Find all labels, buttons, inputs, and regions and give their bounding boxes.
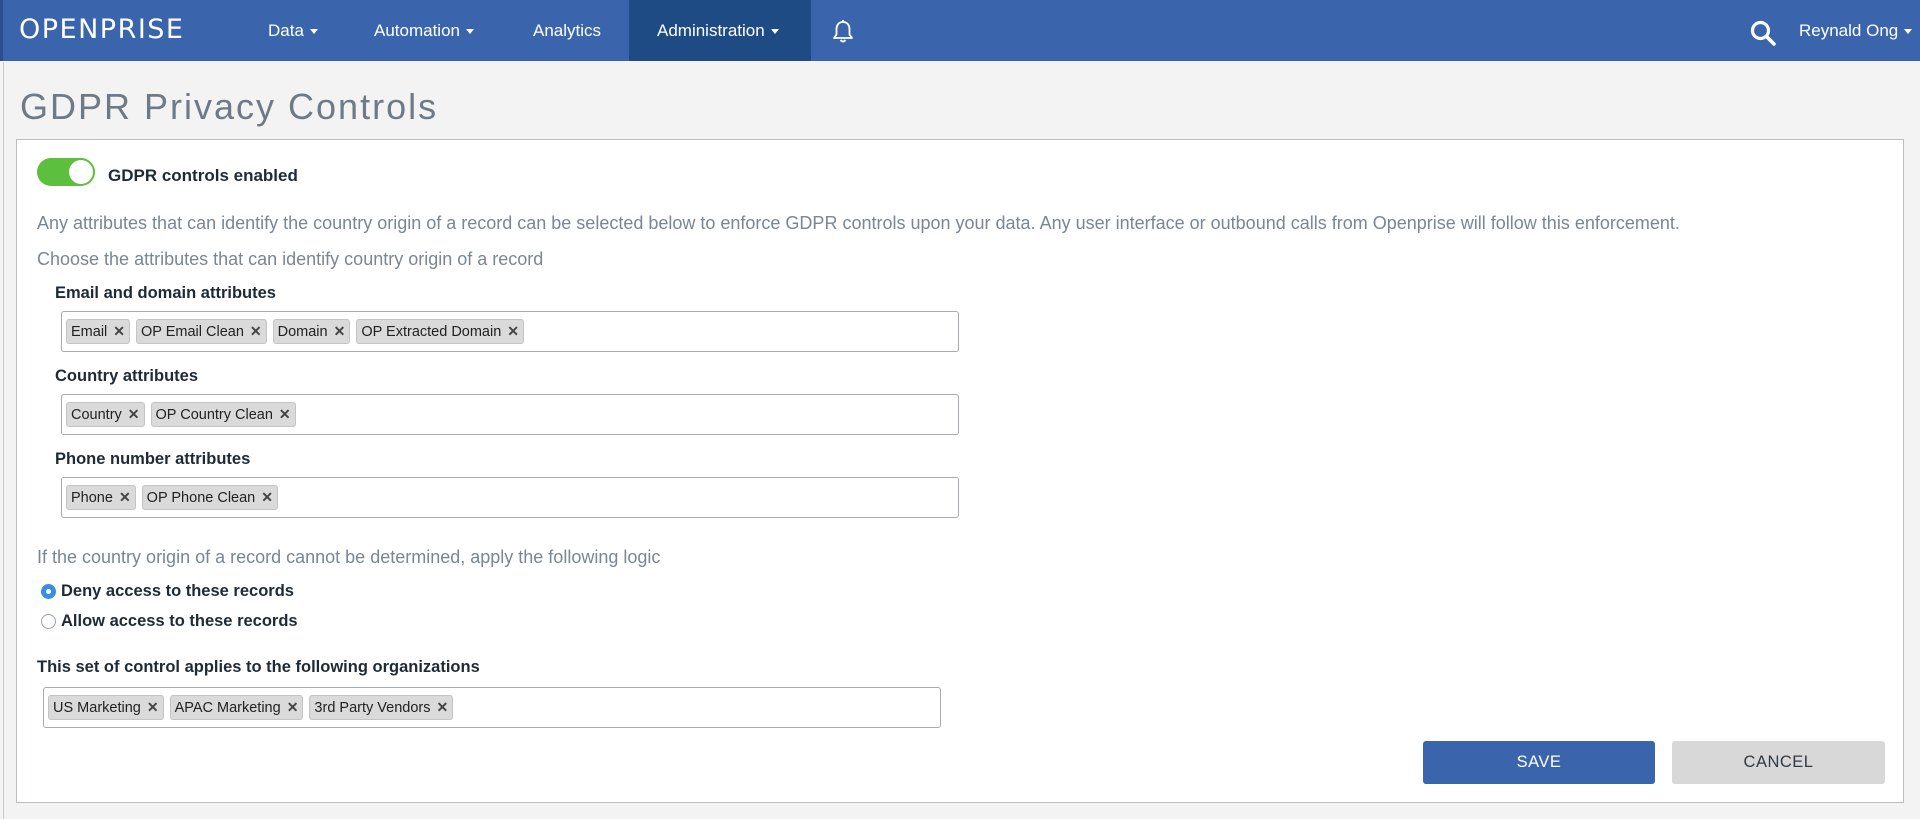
remove-tag-icon[interactable]: ✕ [334, 323, 346, 340]
tag-label: APAC Marketing [174, 699, 281, 716]
nav-analytics-label: Analytics [533, 21, 602, 40]
tag-label: Phone [71, 489, 113, 506]
chevron-down-icon [309, 29, 318, 35]
tag-apac-marketing: APAC Marketing ✕ [169, 695, 304, 720]
email-domain-label: Email and domain attributes [55, 284, 276, 302]
remove-tag-icon[interactable]: ✕ [261, 489, 273, 506]
tag-label: OP Country Clean [155, 406, 273, 423]
organizations-tag-input[interactable]: US Marketing ✕ APAC Marketing ✕ 3rd Party … [43, 687, 941, 728]
nav-data-label: Data [268, 21, 304, 40]
openprise-logo[interactable]: OPENPRISE [19, 14, 185, 45]
tag-label: US Marketing [53, 699, 141, 716]
bell-icon[interactable] [830, 19, 856, 45]
radio-allow-label: Allow access to these records [61, 611, 298, 630]
tag-label: 3rd Party Vendors [314, 699, 431, 716]
tag-op-extracted-domain: OP Extracted Domain ✕ [356, 319, 525, 344]
radio-deny-label: Deny access to these records [61, 581, 294, 600]
toggle-knob [69, 160, 93, 184]
radio-deny-access[interactable]: Deny access to these records [41, 580, 294, 602]
tag-label: Domain [277, 323, 328, 340]
country-attributes-label: Country attributes [55, 367, 199, 385]
gdpr-settings-panel: GDPR controls enabled Any attributes tha… [16, 139, 1904, 803]
organizations-label: This set of control applies to the follo… [37, 658, 480, 676]
tag-op-country-clean: OP Country Clean ✕ [150, 402, 296, 427]
search-icon[interactable] [1749, 19, 1777, 47]
tag-label: OP Phone Clean [146, 489, 256, 506]
phone-attributes-label: Phone number attributes [55, 450, 251, 468]
save-button[interactable]: SAVE [1423, 741, 1655, 784]
gdpr-description: Any attributes that can identify the cou… [37, 213, 1680, 233]
page-title: GDPR Privacy Controls [20, 86, 439, 127]
tag-label: Email [71, 323, 108, 340]
radio-button-unchecked[interactable] [41, 613, 56, 629]
nav-automation-menu[interactable]: Automation [374, 0, 474, 61]
nav-automation-label: Automation [374, 21, 460, 40]
chevron-down-icon [770, 29, 779, 35]
remove-tag-icon[interactable]: ✕ [147, 699, 159, 716]
tag-op-phone-clean: OP Phone Clean ✕ [141, 485, 278, 510]
choose-attributes-label: Choose the attributes that can identify … [37, 249, 544, 269]
tag-email: Email ✕ [66, 319, 130, 344]
tag-us-marketing: US Marketing ✕ [48, 695, 164, 720]
nav-analytics[interactable]: Analytics [533, 0, 601, 61]
remove-tag-icon[interactable]: ✕ [279, 406, 291, 423]
radio-button-checked[interactable] [41, 583, 56, 599]
tag-domain: Domain ✕ [272, 319, 351, 344]
chevron-down-icon [1904, 29, 1913, 35]
radio-allow-access[interactable]: Allow access to these records [41, 610, 298, 632]
nav-administration-label: Administration [657, 21, 765, 40]
cancel-button[interactable]: CANCEL [1672, 741, 1885, 784]
chevron-down-icon [466, 29, 474, 35]
remove-tag-icon[interactable]: ✕ [437, 699, 449, 716]
tag-label: OP Extracted Domain [361, 323, 502, 340]
top-navbar: OPENPRISE Data Automation Analytics Admi… [0, 0, 1920, 61]
email-domain-tag-input[interactable]: Email ✕ OP Email Clean ✕ Domain ✕ OP Extrac… [61, 311, 959, 352]
remove-tag-icon[interactable]: ✕ [250, 323, 262, 340]
remove-tag-icon[interactable]: ✕ [128, 406, 140, 423]
remove-tag-icon[interactable]: ✕ [287, 699, 299, 716]
tag-country: Country ✕ [66, 402, 145, 427]
remove-tag-icon[interactable]: ✕ [119, 489, 131, 506]
tag-3rd-party-vendors: 3rd Party Vendors ✕ [309, 695, 454, 720]
country-tag-input[interactable]: Country ✕ OP Country Clean ✕ [61, 394, 959, 435]
user-name: Reynald Ong [1799, 21, 1899, 40]
page-left-border [3, 62, 4, 819]
remove-tag-icon[interactable]: ✕ [113, 323, 125, 340]
user-menu[interactable]: Reynald Ong [1799, 0, 1913, 61]
tag-op-email-clean: OP Email Clean ✕ [136, 319, 267, 344]
remove-tag-icon[interactable]: ✕ [507, 323, 519, 340]
tag-phone: Phone ✕ [66, 485, 136, 510]
gdpr-enabled-toggle[interactable] [37, 158, 95, 186]
fallback-logic-label: If the country origin of a record cannot… [37, 547, 661, 567]
nav-administration-menu[interactable]: Administration [629, 0, 811, 61]
gdpr-toggle-label: GDPR controls enabled [108, 166, 298, 185]
nav-data-menu[interactable]: Data [268, 0, 318, 61]
tag-label: OP Email Clean [141, 323, 244, 340]
phone-tag-input[interactable]: Phone ✕ OP Phone Clean ✕ [61, 477, 959, 518]
tag-label: Country [71, 406, 122, 423]
